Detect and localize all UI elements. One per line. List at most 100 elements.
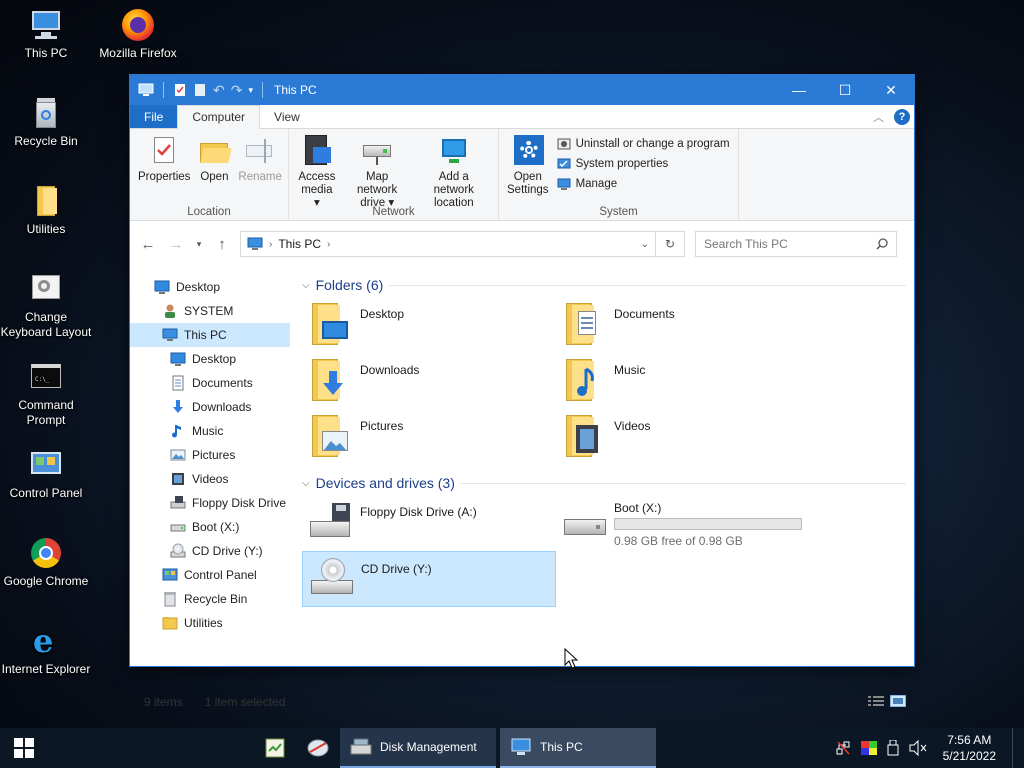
usb-device-icon[interactable] bbox=[887, 740, 899, 756]
large-icons-view-icon[interactable] bbox=[890, 695, 906, 707]
nav-item-system[interactable]: SYSTEM bbox=[130, 299, 290, 323]
start-button[interactable] bbox=[0, 728, 48, 768]
nav-item-cd-drive-y[interactable]: CD Drive (Y:) bbox=[130, 539, 290, 563]
maximize-button[interactable]: ☐ bbox=[822, 75, 868, 105]
uninstall-program-button[interactable]: Uninstall or change a program bbox=[557, 137, 730, 151]
undo-icon[interactable]: ↶ bbox=[213, 82, 225, 99]
window-controls: — ☐ ✕ bbox=[776, 75, 914, 105]
breadcrumb-separator-icon[interactable]: › bbox=[327, 239, 330, 250]
cd-drive-icon bbox=[309, 556, 355, 602]
new-folder-icon[interactable] bbox=[193, 83, 207, 97]
system-properties-button[interactable]: System properties bbox=[557, 157, 730, 171]
nav-item-documents[interactable]: Documents bbox=[130, 371, 290, 395]
taskbar-pinned-snipping[interactable] bbox=[296, 728, 340, 768]
folder-tile-documents[interactable]: Documents bbox=[556, 297, 810, 353]
collapse-ribbon-icon[interactable]: ︿ bbox=[873, 109, 884, 125]
back-button[interactable]: ← bbox=[138, 236, 158, 253]
details-view-icon[interactable] bbox=[868, 695, 884, 707]
folder-tile-downloads[interactable]: Downloads bbox=[302, 353, 556, 409]
nav-item-downloads[interactable]: Downloads bbox=[130, 395, 290, 419]
hard-drive-icon bbox=[562, 499, 608, 545]
status-bar: 9 items 1 item selected bbox=[130, 689, 914, 715]
nav-item-music[interactable]: Music bbox=[130, 419, 290, 443]
close-button[interactable]: ✕ bbox=[868, 75, 914, 105]
nav-item-recycle-bin[interactable]: Recycle Bin bbox=[130, 587, 290, 611]
properties-icon[interactable] bbox=[173, 83, 187, 97]
nav-item-this-pc[interactable]: This PC bbox=[130, 323, 290, 347]
folder-tile-music[interactable]: Music bbox=[556, 353, 810, 409]
refresh-button[interactable]: ↻ bbox=[655, 231, 685, 257]
nav-item-boot-x[interactable]: Boot (X:) bbox=[130, 515, 290, 539]
desktop-icon-firefox[interactable]: Mozilla Firefox bbox=[92, 8, 184, 61]
nav-item-pictures[interactable]: Pictures bbox=[130, 443, 290, 467]
breadcrumb-separator-icon[interactable]: › bbox=[269, 239, 272, 250]
divider bbox=[389, 284, 906, 286]
desktop-icon-control-panel[interactable]: Control Panel bbox=[0, 448, 92, 501]
taskbar-app-disk-management[interactable]: Disk Management bbox=[340, 728, 496, 768]
folders-section-header[interactable]: ⌵ Folders (6) bbox=[302, 273, 914, 297]
item-count: 9 items bbox=[144, 695, 183, 709]
desktop-icon-chrome[interactable]: Google Chrome bbox=[0, 536, 92, 589]
drives-grid: Floppy Disk Drive (A:) Boot (X:) 0.98 GB… bbox=[302, 495, 914, 607]
display-color-icon[interactable] bbox=[860, 741, 877, 755]
add-network-location-icon bbox=[438, 135, 470, 167]
search-placeholder: Search This PC bbox=[704, 237, 788, 251]
control-panel-icon bbox=[29, 448, 63, 482]
nav-item-desktop[interactable]: Desktop bbox=[130, 275, 290, 299]
network-icon[interactable] bbox=[835, 740, 851, 756]
minimize-button[interactable]: — bbox=[776, 75, 822, 105]
desktop-icon-utilities[interactable]: Utilities bbox=[0, 184, 92, 237]
tab-view[interactable]: View bbox=[260, 105, 314, 128]
taskbar-pinned-notepad[interactable] bbox=[254, 728, 296, 768]
show-desktop-button[interactable] bbox=[1012, 728, 1016, 768]
up-button[interactable]: ↑ bbox=[212, 236, 232, 253]
search-input[interactable]: Search This PC bbox=[695, 231, 897, 257]
recent-locations-dropdown[interactable]: ▾ bbox=[194, 239, 204, 250]
taskbar-app-this-pc[interactable]: This PC bbox=[500, 728, 656, 768]
nav-item-floppy-disk-drive[interactable]: Floppy Disk Drive bbox=[130, 491, 290, 515]
desktop-icon-label: Utilities bbox=[26, 222, 66, 236]
folder-tile-pictures[interactable]: Pictures bbox=[302, 409, 556, 465]
drive-tile-floppy[interactable]: Floppy Disk Drive (A:) bbox=[302, 495, 556, 551]
folder-tile-desktop[interactable]: Desktop bbox=[302, 297, 556, 353]
keyboard-settings-icon bbox=[29, 272, 63, 306]
desktop-icon-recycle-bin[interactable]: Recycle Bin bbox=[0, 96, 92, 149]
collapse-chevron-icon[interactable]: ⌵ bbox=[302, 478, 310, 489]
address-bar[interactable]: › This PC › ⌄ bbox=[240, 231, 656, 257]
manage-button[interactable]: Manage bbox=[557, 177, 730, 191]
breadcrumb[interactable]: This PC bbox=[278, 237, 321, 251]
nav-item-desktop[interactable]: Desktop bbox=[130, 347, 290, 371]
desktop-folder-icon bbox=[308, 301, 354, 347]
volume-muted-icon[interactable] bbox=[909, 740, 927, 756]
drives-section-header[interactable]: ⌵ Devices and drives (3) bbox=[302, 471, 914, 495]
separator bbox=[163, 82, 164, 98]
rename-label: Rename bbox=[238, 171, 282, 183]
address-dropdown-icon[interactable]: ⌄ bbox=[641, 239, 649, 250]
customize-dropdown-icon[interactable]: ▾ bbox=[248, 85, 253, 96]
properties-icon bbox=[148, 135, 180, 167]
computer-icon bbox=[162, 327, 178, 343]
drive-tile-cd[interactable]: CD Drive (Y:) bbox=[302, 551, 556, 607]
folder-tile-videos[interactable]: Videos bbox=[556, 409, 810, 465]
ribbon-group-location: Properties Open Rename Location bbox=[130, 129, 289, 220]
desktop-icon-command-prompt[interactable]: C:\_ Command Prompt bbox=[0, 360, 92, 428]
nav-item-control-panel[interactable]: Control Panel bbox=[130, 563, 290, 587]
nav-item-utilities[interactable]: Utilities bbox=[130, 611, 290, 635]
folders-grid: Desktop Documents Downloads Music Pictures Vi… bbox=[302, 297, 914, 465]
tab-file[interactable]: File bbox=[130, 105, 178, 128]
nav-item-videos[interactable]: Videos bbox=[130, 467, 290, 491]
desktop-icon-change-keyboard[interactable]: Change Keyboard Layout bbox=[0, 272, 92, 340]
control-panel-icon bbox=[162, 567, 178, 583]
tab-computer[interactable]: Computer bbox=[177, 105, 261, 129]
desktop-icon-internet-explorer[interactable]: e Internet Explorer bbox=[0, 624, 92, 677]
add-network-location-label: Add a network location bbox=[433, 171, 474, 209]
desktop-icon-this-pc[interactable]: This PC bbox=[0, 8, 92, 61]
help-icon[interactable]: ? bbox=[894, 108, 910, 125]
clock[interactable]: 7:56 AM 5/21/2022 bbox=[937, 732, 1002, 764]
forward-button[interactable]: → bbox=[166, 236, 186, 253]
system-tray: 7:56 AM 5/21/2022 bbox=[835, 728, 1024, 768]
drive-tile-boot[interactable]: Boot (X:) 0.98 GB free of 0.98 GB bbox=[556, 495, 810, 551]
system-properties-label: System properties bbox=[575, 158, 669, 170]
redo-icon[interactable]: ↷ bbox=[231, 82, 243, 99]
collapse-chevron-icon[interactable]: ⌵ bbox=[302, 280, 310, 291]
